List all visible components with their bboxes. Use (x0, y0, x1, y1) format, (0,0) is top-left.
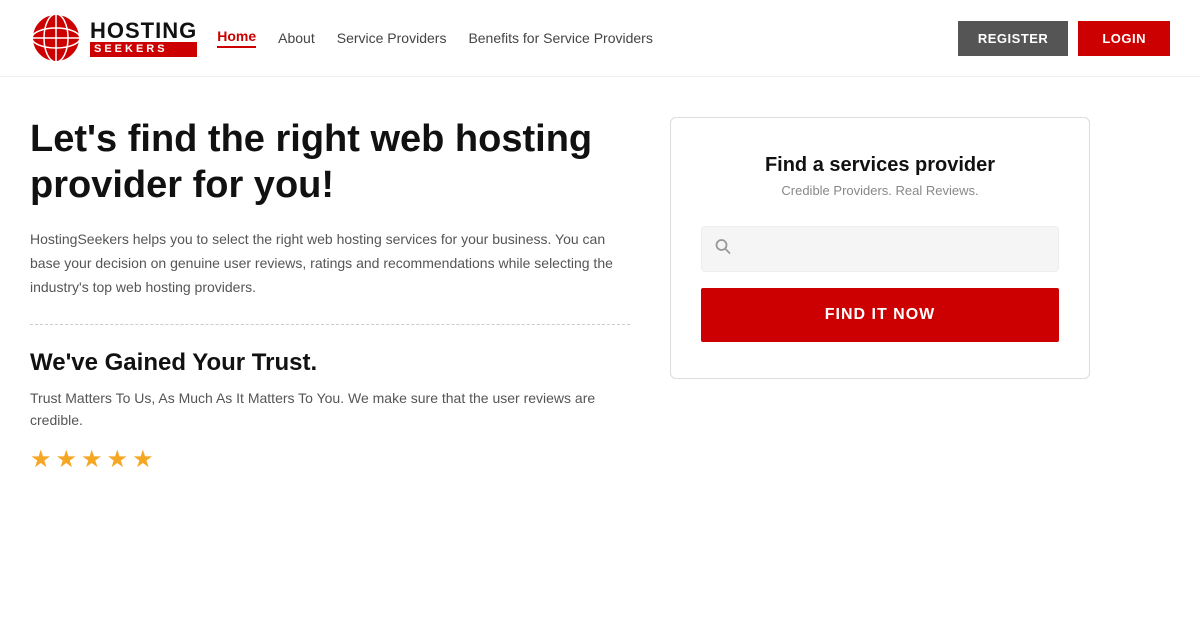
hero-headline: Let's find the right web hosting provide… (30, 117, 630, 208)
nav-actions: REGISTER LOGIN (958, 21, 1170, 56)
nav-benefits[interactable]: Benefits for Service Providers (468, 30, 652, 46)
logo-text: HOSTING SEEKERS (90, 20, 197, 57)
register-button[interactable]: REGISTER (958, 21, 1068, 56)
nav-links: Home About Service Providers Benefits fo… (217, 28, 958, 48)
logo-hosting: HOSTING (90, 20, 197, 42)
section-divider (30, 324, 630, 325)
globe-icon (30, 12, 82, 64)
star-rating: ★ ★ ★ ★ ★ (30, 445, 630, 474)
nav-service-providers[interactable]: Service Providers (337, 30, 447, 46)
logo-seekers: SEEKERS (90, 42, 197, 57)
star-1: ★ (30, 445, 52, 474)
star-2: ★ (56, 445, 78, 474)
nav-about[interactable]: About (278, 30, 315, 46)
nav-home[interactable]: Home (217, 28, 256, 48)
search-input[interactable] (701, 226, 1059, 272)
find-it-now-button[interactable]: FIND IT NOW (701, 288, 1059, 342)
star-3: ★ (81, 445, 103, 474)
star-4: ★ (107, 445, 129, 474)
star-5: ★ (132, 445, 154, 474)
navbar: HOSTING SEEKERS Home About Service Provi… (0, 0, 1200, 77)
login-button[interactable]: LOGIN (1078, 21, 1170, 56)
search-input-wrapper (701, 226, 1059, 272)
trust-description: Trust Matters To Us, As Much As It Matte… (30, 387, 630, 432)
logo: HOSTING SEEKERS (30, 12, 197, 64)
trust-heading: We've Gained Your Trust. (30, 349, 630, 377)
main-content: Let's find the right web hosting provide… (0, 77, 1200, 514)
search-card: Find a services provider Credible Provid… (670, 117, 1090, 379)
card-title: Find a services provider (701, 154, 1059, 177)
search-icon (715, 239, 731, 260)
left-panel: Let's find the right web hosting provide… (30, 117, 630, 474)
hero-description: HostingSeekers helps you to select the r… (30, 228, 630, 299)
right-panel: Find a services provider Credible Provid… (670, 117, 1090, 474)
card-subtitle: Credible Providers. Real Reviews. (701, 183, 1059, 198)
